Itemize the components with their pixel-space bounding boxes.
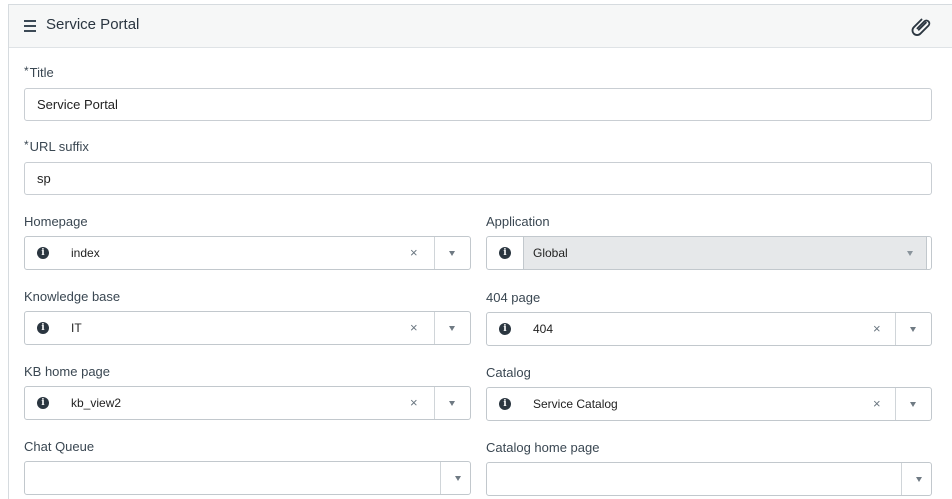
application-select: i Global [486,236,932,270]
info-icon[interactable]: i [37,397,49,409]
required-marker: * [24,64,29,78]
homepage-dropdown-button[interactable] [434,237,470,269]
required-marker: * [24,138,29,152]
clear-icon[interactable]: × [410,395,418,410]
chat-queue-select[interactable] [24,461,471,495]
clear-icon[interactable]: × [873,396,881,411]
application-label: Application [486,214,550,229]
homepage-label: Homepage [24,214,88,229]
homepage-reference-field[interactable]: i index × [24,236,471,270]
catalog-label: Catalog [486,365,531,380]
hamburger-menu-icon[interactable] [24,20,36,32]
knowledge-base-dropdown-button[interactable] [434,312,470,344]
kb-home-page-dropdown-button[interactable] [434,387,470,419]
catalog-dropdown-button[interactable] [895,388,931,420]
knowledge-base-reference-field[interactable]: i IT × [24,311,471,345]
info-icon[interactable]: i [499,323,511,335]
catalog-home-page-label: Catalog home page [486,440,600,455]
url-suffix-field[interactable]: sp [24,162,932,195]
application-value: Global [533,246,568,260]
clear-icon[interactable]: × [873,321,881,336]
page-404-dropdown-button[interactable] [895,313,931,345]
chevron-down-icon [907,251,913,256]
title-label: *Title [24,64,54,80]
url-suffix-label: *URL suffix [24,138,89,154]
clear-icon[interactable]: × [410,245,418,260]
chat-queue-dropdown-button[interactable] [440,462,470,494]
page-404-label: 404 page [486,290,541,305]
catalog-reference-field[interactable]: i Service Catalog × [486,387,932,421]
catalog-home-page-select[interactable] [486,462,932,496]
info-icon[interactable]: i [499,247,511,259]
info-icon[interactable]: i [37,247,49,259]
knowledge-base-value: IT [71,321,82,335]
homepage-value: index [71,246,100,260]
paperclip-icon[interactable] [911,16,933,38]
form-header: Service Portal [9,5,952,48]
page-title: Service Portal [46,16,140,33]
knowledge-base-label: Knowledge base [24,289,121,304]
page-404-value: 404 [533,322,554,336]
title-field[interactable]: Service Portal [24,88,932,121]
chat-queue-label: Chat Queue [24,439,95,454]
catalog-value: Service Catalog [533,397,618,411]
page-404-reference-field[interactable]: i 404 × [486,312,932,346]
info-icon[interactable]: i [37,322,49,334]
clear-icon[interactable]: × [410,320,418,335]
catalog-home-page-dropdown-button[interactable] [901,463,931,495]
kb-home-page-reference-field[interactable]: i kb_view2 × [24,386,471,420]
info-icon[interactable]: i [499,398,511,410]
kb-home-page-value: kb_view2 [71,396,122,410]
kb-home-page-label: KB home page [24,364,111,379]
